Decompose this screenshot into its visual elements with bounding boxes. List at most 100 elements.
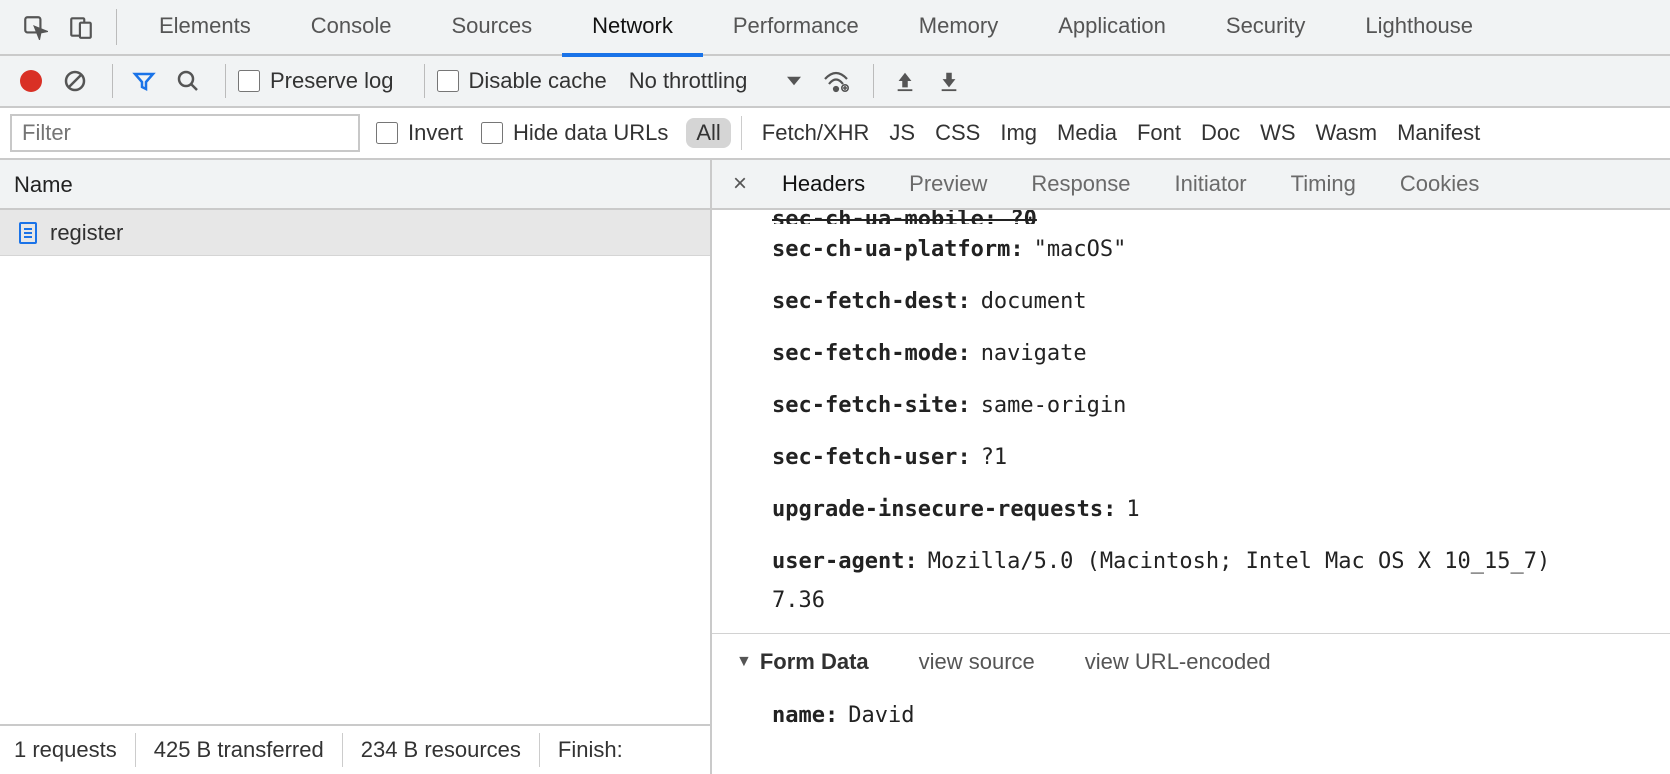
filter-chip-font[interactable]: Font — [1127, 118, 1191, 148]
filter-chip-all[interactable]: All — [686, 118, 730, 148]
header-value: "macOS" — [1034, 230, 1127, 270]
status-transferred: 425 B transferred — [154, 737, 324, 763]
status-resources: 234 B resources — [361, 737, 521, 763]
hide-data-urls-label: Hide data URLs — [513, 120, 668, 146]
filter-chip-fetch-xhr[interactable]: Fetch/XHR — [752, 118, 880, 148]
header-entry: sec-ch-ua-platform "macOS" — [712, 224, 1670, 276]
document-icon — [18, 221, 38, 245]
divider — [741, 116, 742, 150]
tab-console[interactable]: Console — [281, 0, 422, 55]
preserve-log-label: Preserve log — [270, 68, 394, 94]
filter-chip-doc[interactable]: Doc — [1191, 118, 1250, 148]
tab-application[interactable]: Application — [1028, 0, 1196, 55]
hide-data-urls-input[interactable] — [481, 122, 503, 144]
detail-tab-initiator[interactable]: Initiator — [1152, 160, 1268, 208]
divider — [225, 64, 226, 98]
detail-tab-cookies[interactable]: Cookies — [1378, 160, 1501, 208]
tab-lighthouse[interactable]: Lighthouse — [1335, 0, 1503, 55]
detail-tab-response[interactable]: Response — [1009, 160, 1152, 208]
throttling-label: No throttling — [629, 68, 748, 94]
header-trailing: 7.36 — [712, 588, 1670, 619]
request-list-panel: Name register 1 requests 425 B transferr… — [0, 160, 712, 774]
preserve-log-checkbox[interactable]: Preserve log — [238, 68, 394, 94]
detail-tabbar: × HeadersPreviewResponseInitiatorTimingC… — [712, 160, 1670, 210]
name-column-header[interactable]: Name — [0, 160, 710, 210]
header-value: 1 — [1126, 490, 1139, 530]
tab-network[interactable]: Network — [562, 0, 703, 57]
detail-panel: × HeadersPreviewResponseInitiatorTimingC… — [712, 160, 1670, 774]
device-toggle-icon[interactable] — [58, 4, 104, 50]
detail-tab-timing[interactable]: Timing — [1269, 160, 1378, 208]
filter-chip-wasm[interactable]: Wasm — [1306, 118, 1388, 148]
divider — [539, 733, 540, 767]
network-toolbar: Preserve log Disable cache No throttling — [0, 56, 1670, 108]
close-detail-button[interactable]: × — [720, 170, 760, 198]
filter-chip-js[interactable]: JS — [879, 118, 925, 148]
status-bar: 1 requests 425 B transferred 234 B resou… — [0, 724, 710, 774]
header-entry: sec-fetch-dest document — [712, 276, 1670, 328]
filter-input[interactable] — [10, 114, 360, 152]
request-list: register — [0, 210, 710, 724]
filter-chip-media[interactable]: Media — [1047, 118, 1127, 148]
header-value: document — [981, 282, 1087, 322]
request-row[interactable]: register — [0, 210, 710, 256]
form-data-value: David — [848, 696, 914, 736]
disable-cache-input[interactable] — [437, 70, 459, 92]
preserve-log-input[interactable] — [238, 70, 260, 92]
header-value: ?1 — [981, 438, 1008, 478]
header-key: sec-fetch-site — [772, 386, 971, 426]
tab-elements[interactable]: Elements — [129, 0, 281, 55]
tab-security[interactable]: Security — [1196, 0, 1335, 55]
invert-checkbox[interactable]: Invert — [376, 120, 463, 146]
filter-chip-img[interactable]: Img — [990, 118, 1047, 148]
throttling-select[interactable]: No throttling — [625, 68, 806, 94]
header-key: sec-fetch-user — [772, 438, 971, 478]
header-value: same-origin — [981, 386, 1127, 426]
divider — [116, 9, 117, 45]
clear-icon[interactable] — [56, 62, 94, 100]
filter-chip-ws[interactable]: WS — [1250, 118, 1305, 148]
request-name: register — [50, 220, 123, 246]
inspect-element-icon[interactable] — [12, 4, 58, 50]
form-data-section-header[interactable]: ▼ Form Data view source view URL-encoded — [712, 634, 1670, 690]
filter-icon[interactable] — [125, 62, 163, 100]
form-data-title: Form Data — [760, 649, 869, 675]
devtools-tabbar: ElementsConsoleSourcesNetworkPerformance… — [0, 0, 1670, 56]
filter-chip-css[interactable]: CSS — [925, 118, 990, 148]
record-button[interactable] — [12, 62, 50, 100]
invert-label: Invert — [408, 120, 463, 146]
filter-bar: Invert Hide data URLs All Fetch/XHRJSCSSI… — [0, 108, 1670, 160]
tab-performance[interactable]: Performance — [703, 0, 889, 55]
status-requests: 1 requests — [14, 737, 117, 763]
filter-chip-manifest[interactable]: Manifest — [1387, 118, 1490, 148]
search-icon[interactable] — [169, 62, 207, 100]
header-entry: upgrade-insecure-requests 1 — [712, 484, 1670, 536]
divider — [135, 733, 136, 767]
disable-cache-checkbox[interactable]: Disable cache — [437, 68, 607, 94]
view-source-link[interactable]: view source — [919, 649, 1035, 675]
header-key: sec-fetch-dest — [772, 282, 971, 322]
network-conditions-icon[interactable] — [817, 62, 855, 100]
detail-tab-headers[interactable]: Headers — [760, 160, 887, 208]
header-entry: user-agent Mozilla/5.0 (Macintosh; Intel… — [712, 536, 1670, 588]
invert-input[interactable] — [376, 122, 398, 144]
header-entry: sec-fetch-site same-origin — [712, 380, 1670, 432]
header-entry: sec-fetch-user ?1 — [712, 432, 1670, 484]
upload-har-icon[interactable] — [886, 62, 924, 100]
hide-data-urls-checkbox[interactable]: Hide data URLs — [481, 120, 668, 146]
chevron-down-icon — [787, 74, 801, 88]
divider — [424, 64, 425, 98]
divider — [873, 64, 874, 98]
status-finish: Finish: — [558, 737, 623, 763]
download-har-icon[interactable] — [930, 62, 968, 100]
divider — [112, 64, 113, 98]
header-entry: sec-fetch-mode navigate — [712, 328, 1670, 380]
disclosure-triangle-icon: ▼ — [736, 653, 752, 671]
tab-memory[interactable]: Memory — [889, 0, 1028, 55]
tab-sources[interactable]: Sources — [421, 0, 562, 55]
header-value: navigate — [981, 334, 1087, 374]
form-data-key: name — [772, 696, 838, 736]
detail-tab-preview[interactable]: Preview — [887, 160, 1009, 208]
view-url-encoded-link[interactable]: view URL-encoded — [1085, 649, 1271, 675]
disable-cache-label: Disable cache — [469, 68, 607, 94]
